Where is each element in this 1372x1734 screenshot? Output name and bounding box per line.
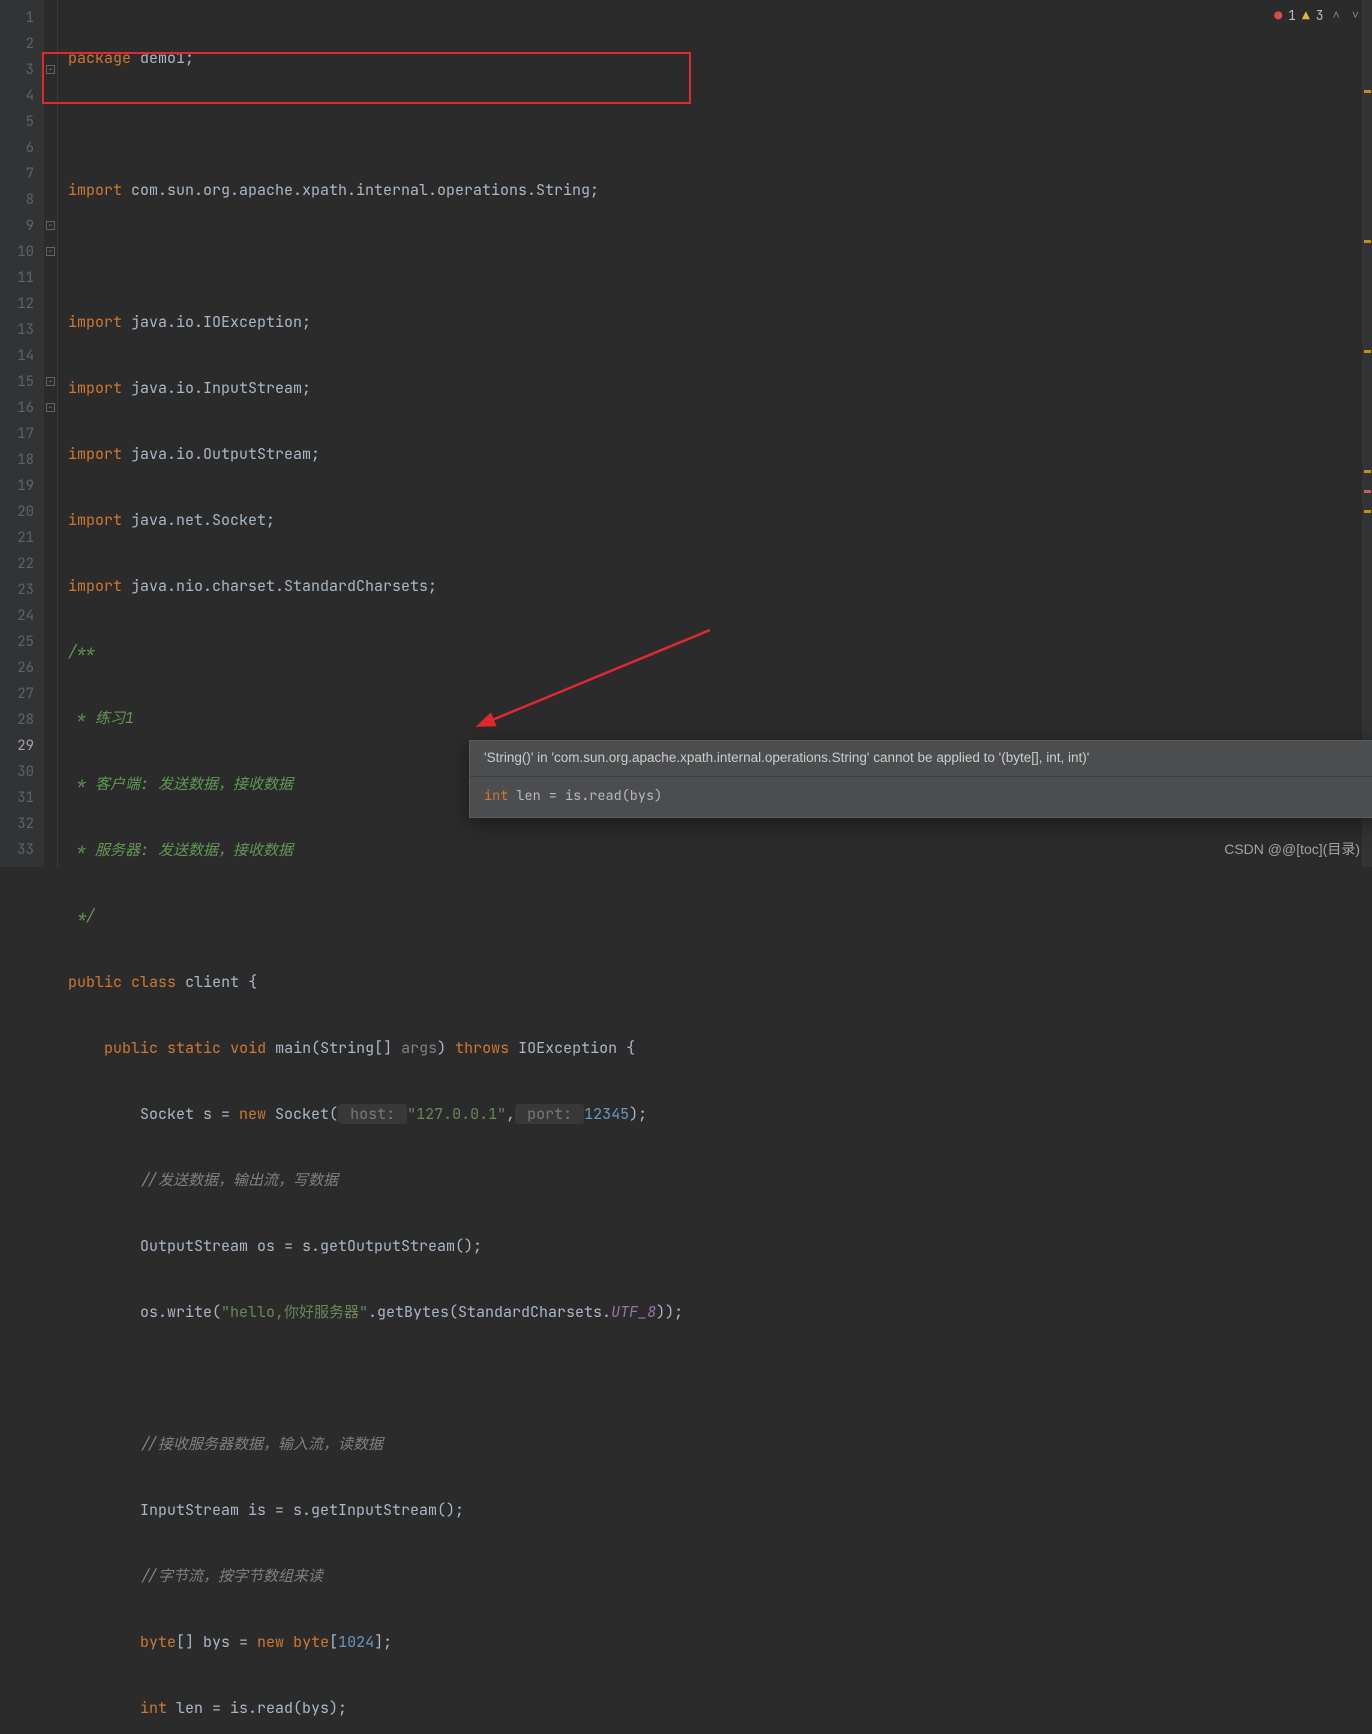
next-highlighted-error-icon[interactable]: ˅	[1349, 7, 1362, 23]
line-num[interactable]: 1	[0, 5, 44, 31]
fold-toggle-icon[interactable]: −	[46, 247, 55, 256]
stripe-marker[interactable]	[1364, 90, 1371, 93]
warning-icon: ▲	[1302, 7, 1310, 24]
line-num[interactable]: 26	[0, 655, 44, 681]
line-num[interactable]: 17	[0, 421, 44, 447]
fold-toggle-icon[interactable]: −	[46, 403, 55, 412]
line-num[interactable]: 24	[0, 603, 44, 629]
line-num[interactable]: 18	[0, 447, 44, 473]
tooltip-suggestion[interactable]: int len = is.read(bys)	[484, 787, 662, 805]
fold-toggle-icon[interactable]: −	[46, 377, 55, 386]
line-num[interactable]: 7	[0, 161, 44, 187]
line-num[interactable]: 31	[0, 785, 44, 811]
problems-widget[interactable]: ● 1 ▲ 3 ˄ ˅	[1274, 5, 1362, 25]
error-tooltip[interactable]: 'String()' in 'com.sun.org.apache.xpath.…	[469, 740, 1372, 818]
line-num[interactable]: 15	[0, 369, 44, 395]
line-num[interactable]: 19	[0, 473, 44, 499]
stripe-marker[interactable]	[1364, 490, 1371, 493]
line-num[interactable]: 23	[0, 577, 44, 603]
line-number-gutter[interactable]: 1 2 3 4 5 6 7 8 9 10 11 12 13 14 15 16 1…	[0, 0, 44, 867]
line-num[interactable]: 3	[0, 57, 44, 83]
watermark: CSDN @@[toc](目录)	[1224, 839, 1360, 859]
line-num[interactable]: 27	[0, 681, 44, 707]
prev-highlighted-error-icon[interactable]: ˄	[1330, 7, 1343, 23]
line-num[interactable]: 5	[0, 109, 44, 135]
line-num[interactable]: 14	[0, 343, 44, 369]
line-num[interactable]: 9	[0, 213, 44, 239]
line-num[interactable]: 28	[0, 707, 44, 733]
line-num[interactable]: 11	[0, 265, 44, 291]
line-num[interactable]: 33	[0, 837, 44, 863]
stripe-marker[interactable]	[1364, 470, 1371, 473]
line-num[interactable]: 8	[0, 187, 44, 213]
line-num[interactable]: 22	[0, 551, 44, 577]
line-num[interactable]: 20	[0, 499, 44, 525]
line-num[interactable]: 21	[0, 525, 44, 551]
fold-toggle-icon[interactable]: −	[46, 221, 55, 230]
line-num[interactable]: 32	[0, 811, 44, 837]
line-num[interactable]: 10	[0, 239, 44, 265]
line-num[interactable]: 13	[0, 317, 44, 343]
stripe-marker[interactable]	[1364, 350, 1371, 353]
line-num[interactable]: 25	[0, 629, 44, 655]
error-count: 1	[1288, 7, 1296, 24]
line-num[interactable]: 29	[0, 733, 44, 759]
fold-column[interactable]: − − − − −	[44, 0, 58, 867]
line-num[interactable]: 30	[0, 759, 44, 785]
error-stripe[interactable]	[1362, 0, 1372, 867]
line-num[interactable]: 16	[0, 395, 44, 421]
stripe-marker[interactable]	[1364, 240, 1371, 243]
line-num[interactable]: 6	[0, 135, 44, 161]
fold-toggle-icon[interactable]: −	[46, 65, 55, 74]
line-num[interactable]: 2	[0, 31, 44, 57]
code-area[interactable]: package demo1; import com.sun.org.apache…	[58, 0, 1372, 867]
param-hint: port:	[515, 1104, 584, 1124]
line-num[interactable]: 4	[0, 83, 44, 109]
tooltip-message: 'String()' in 'com.sun.org.apache.xpath.…	[470, 741, 1372, 777]
stripe-marker[interactable]	[1364, 510, 1371, 513]
warning-count: 3	[1316, 7, 1324, 24]
line-num[interactable]: 12	[0, 291, 44, 317]
error-icon: ●	[1274, 7, 1282, 24]
param-hint: host:	[338, 1104, 407, 1124]
code-editor[interactable]: 1 2 3 4 5 6 7 8 9 10 11 12 13 14 15 16 1…	[0, 0, 1372, 867]
